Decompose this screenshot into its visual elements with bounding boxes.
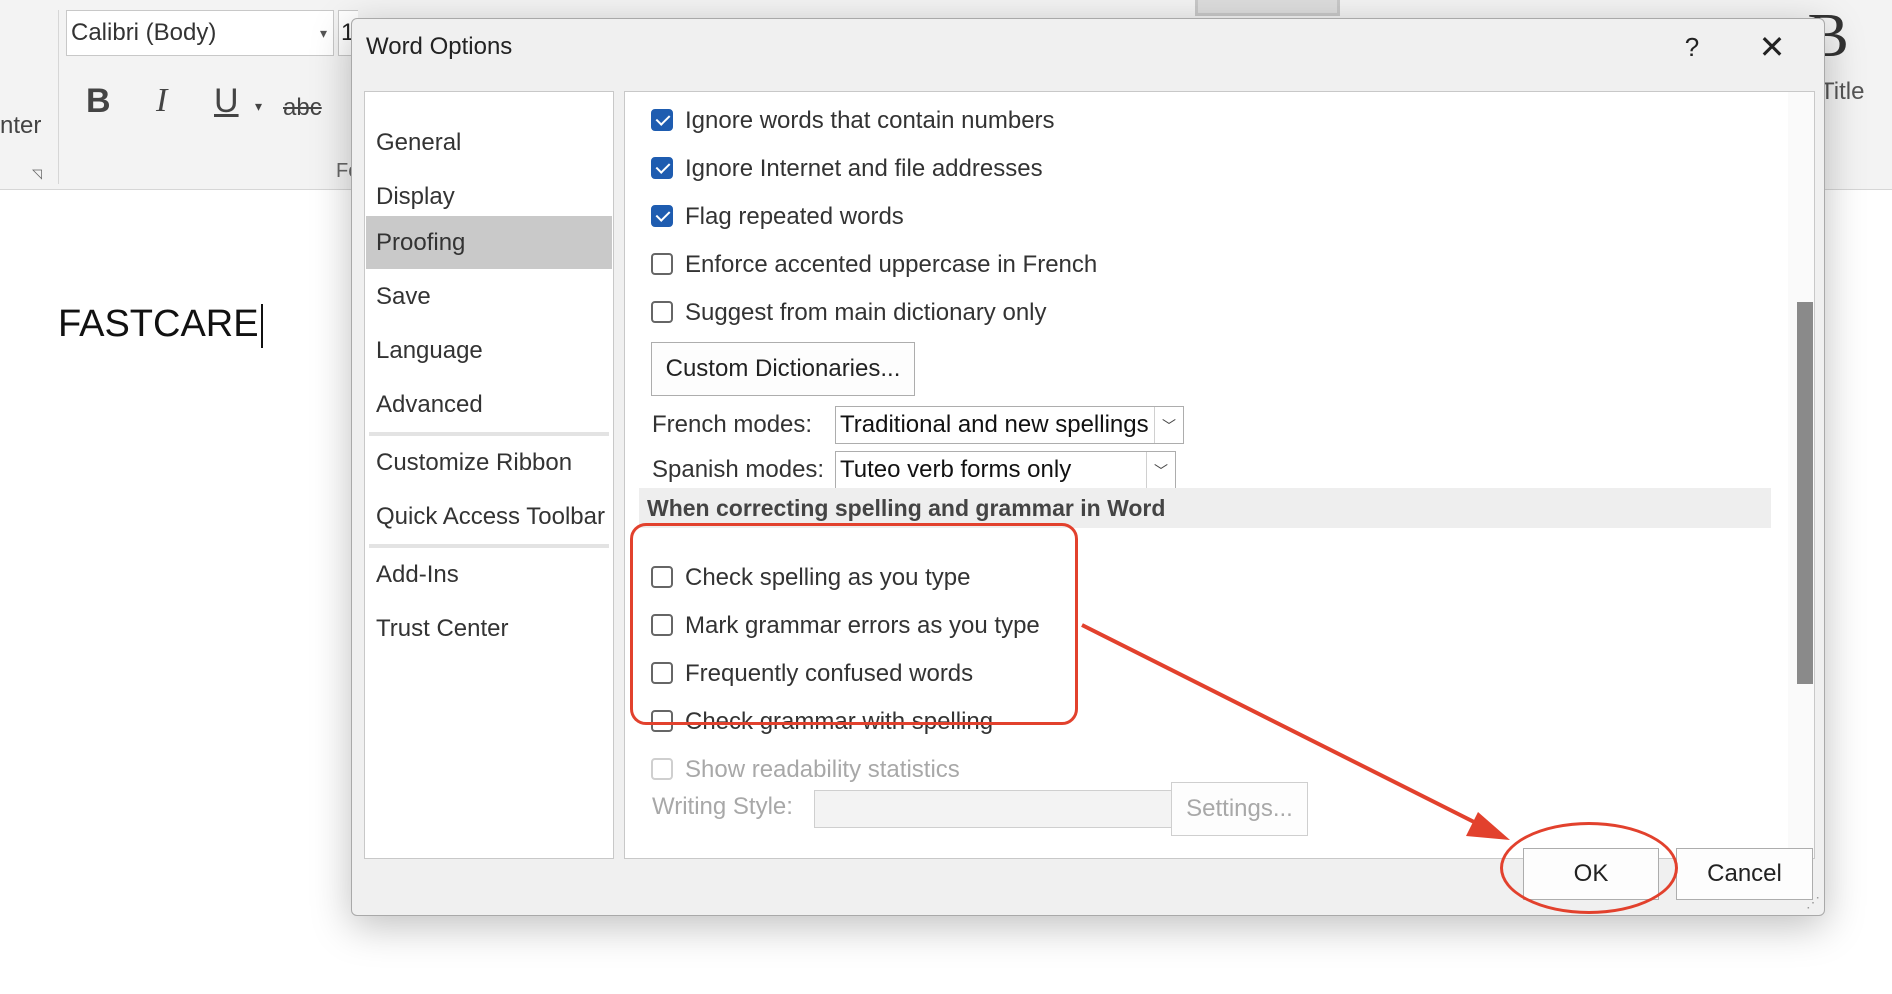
- cancel-button[interactable]: Cancel: [1676, 848, 1813, 900]
- scrollbar-thumb[interactable]: [1797, 302, 1813, 684]
- nav-item-customize-ribbon[interactable]: Customize Ribbon: [366, 436, 612, 489]
- settings-button: Settings...: [1171, 782, 1308, 836]
- chevron-down-icon[interactable]: ﹀: [1146, 452, 1175, 488]
- checkbox-icon[interactable]: [651, 300, 673, 323]
- custom-dictionaries-button[interactable]: Custom Dictionaries...: [651, 342, 915, 396]
- checkbox-checked-icon[interactable]: [651, 156, 673, 179]
- ribbon-divider: [58, 10, 59, 184]
- font-name-box[interactable]: Calibri (Body) ▾: [66, 10, 334, 56]
- ribbon-gallery-edge: [1195, 0, 1340, 16]
- highlight-ellipse: [1500, 822, 1678, 914]
- ribbon-group-label: nter: [0, 112, 42, 139]
- nav-item-quick-access-toolbar[interactable]: Quick Access Toolbar: [366, 490, 612, 543]
- chevron-down-icon[interactable]: ▾: [320, 11, 327, 55]
- document-text[interactable]: FASTCARE: [58, 303, 263, 348]
- french-modes-value: Traditional and new spellings: [840, 411, 1149, 438]
- option-flag-repeated[interactable]: Flag repeated words: [651, 199, 904, 235]
- dialog-launcher-icon[interactable]: ◹: [32, 166, 42, 182]
- writing-style-select: ﹀: [814, 790, 1203, 828]
- options-nav: General Display Proofing Save Language A…: [364, 91, 614, 859]
- checkbox-checked-icon[interactable]: [651, 108, 673, 131]
- style-title-label: Title: [1820, 78, 1865, 105]
- underline-button[interactable]: U: [214, 82, 239, 121]
- dialog-titlebar[interactable]: Word Options ? ✕: [352, 19, 1824, 75]
- checkbox-checked-icon[interactable]: [651, 204, 673, 227]
- option-ignore-numbers[interactable]: Ignore words that contain numbers: [651, 103, 1055, 139]
- option-label: Suggest from main dictionary only: [685, 299, 1047, 326]
- word-options-dialog: Word Options ? ✕ General Display Proofin…: [351, 18, 1825, 916]
- nav-item-language[interactable]: Language: [366, 324, 612, 377]
- option-label: Enforce accented uppercase in French: [685, 251, 1098, 278]
- checkbox-icon[interactable]: [651, 252, 673, 275]
- option-label: Flag repeated words: [685, 203, 904, 230]
- nav-item-advanced[interactable]: Advanced: [366, 378, 612, 431]
- chevron-down-icon[interactable]: ﹀: [1154, 407, 1183, 443]
- nav-item-trust-center[interactable]: Trust Center: [366, 602, 612, 655]
- section-heading: When correcting spelling and grammar in …: [639, 488, 1771, 528]
- checkbox-icon: [651, 757, 673, 780]
- writing-style-label: Writing Style:: [652, 793, 793, 820]
- help-button[interactable]: ?: [1670, 29, 1714, 65]
- close-button[interactable]: ✕: [1750, 29, 1794, 65]
- spanish-modes-label: Spanish modes:: [652, 456, 825, 483]
- font-name-value: Calibri (Body): [71, 19, 217, 46]
- option-label: Ignore Internet and file addresses: [685, 155, 1043, 182]
- option-enforce-accented[interactable]: Enforce accented uppercase in French: [651, 247, 1097, 283]
- dialog-title: Word Options: [366, 33, 513, 60]
- italic-button[interactable]: I: [156, 82, 167, 120]
- strikethrough-button[interactable]: abc: [283, 94, 322, 122]
- document-body-text: FASTCARE: [58, 303, 259, 345]
- highlight-box: [630, 523, 1078, 725]
- option-label: Show readability statistics: [685, 756, 960, 783]
- text-cursor: [260, 303, 263, 348]
- french-modes-label: French modes:: [652, 411, 813, 438]
- option-suggest-main[interactable]: Suggest from main dictionary only: [651, 295, 1047, 331]
- bold-button[interactable]: B: [86, 82, 111, 121]
- resize-grip-icon[interactable]: ⋰: [1806, 894, 1820, 911]
- french-modes-select[interactable]: Traditional and new spellings ﹀: [835, 406, 1184, 444]
- proofing-panel: Ignore words that contain numbers Ignore…: [624, 91, 1815, 859]
- chevron-down-icon[interactable]: ▾: [255, 98, 262, 115]
- spanish-modes-value: Tuteo verb forms only: [840, 456, 1072, 483]
- spanish-modes-select[interactable]: Tuteo verb forms only ﹀: [835, 451, 1176, 489]
- option-label: Ignore words that contain numbers: [685, 107, 1055, 134]
- nav-item-general[interactable]: General: [366, 116, 612, 169]
- nav-item-proofing[interactable]: Proofing: [366, 216, 612, 269]
- option-readability: Show readability statistics: [651, 752, 960, 788]
- nav-item-add-ins[interactable]: Add-Ins: [366, 548, 612, 601]
- nav-item-save[interactable]: Save: [366, 270, 612, 323]
- option-ignore-internet[interactable]: Ignore Internet and file addresses: [651, 151, 1043, 187]
